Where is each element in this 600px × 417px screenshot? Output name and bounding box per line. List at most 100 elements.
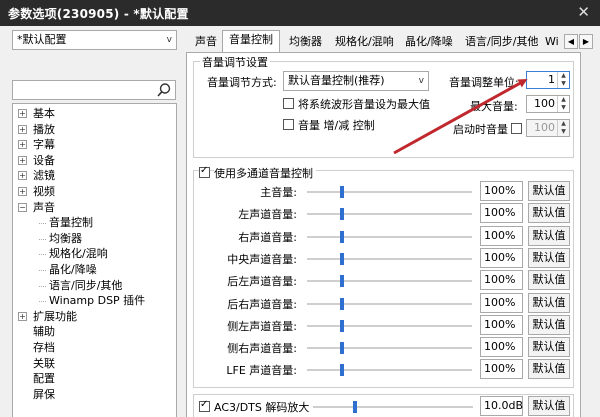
tab-sound[interactable]: 声音 — [188, 32, 224, 52]
channel-default-button[interactable]: 默认值 — [528, 359, 570, 380]
spinner-arrows-icon[interactable]: ▲ ▼ — [557, 96, 569, 112]
volume-unit-spinner[interactable]: 1 ▲ ▼ — [526, 71, 570, 89]
tree-child-item[interactable]: Winamp DSP 插件 — [13, 293, 176, 309]
slider-track — [313, 406, 473, 408]
slider-thumb[interactable] — [353, 401, 357, 413]
channel-label: 后右声道音量: — [227, 297, 297, 311]
tab-volume-control[interactable]: 音量控制 — [222, 30, 280, 52]
channel-slider[interactable] — [307, 208, 472, 221]
channel-value-field[interactable]: 100% — [480, 314, 523, 335]
tree-item[interactable]: + 视频 — [13, 184, 176, 200]
tab-winamp-dsp[interactable]: Wi — [538, 32, 566, 52]
slider-thumb[interactable] — [340, 297, 344, 310]
channel-default-button[interactable]: 默认值 — [528, 337, 570, 358]
search-input[interactable] — [12, 80, 176, 100]
expand-icon[interactable]: + — [18, 140, 27, 150]
channel-value-field[interactable]: 100% — [480, 337, 523, 358]
slider-thumb[interactable] — [340, 252, 344, 265]
tree-item[interactable]: − 声音 — [13, 200, 176, 216]
slider-thumb[interactable] — [340, 319, 344, 332]
inc-dec-checkbox[interactable] — [283, 119, 294, 130]
profile-select[interactable]: *默认配置 v — [12, 30, 177, 50]
tree-item-label: 设备 — [33, 153, 55, 167]
tree-child-item[interactable]: 规格化/混响 — [13, 246, 176, 262]
channel-value-field[interactable]: 100% — [480, 270, 523, 291]
settings-tree[interactable]: + 基本 + 播放 + 字幕 + 设备 + 滤镜 + 视频 − 声音 音量控制 均衡器 规格化/混响 晶化/降噪语… — [12, 103, 177, 417]
channel-value-field[interactable]: 100% — [480, 292, 523, 313]
volume-method-select[interactable]: 默认音量控制(推荐) v — [283, 71, 429, 91]
slider-thumb[interactable] — [340, 230, 344, 243]
channel-slider[interactable] — [307, 230, 472, 243]
channel-slider[interactable] — [307, 364, 472, 377]
expand-icon[interactable]: + — [18, 109, 27, 118]
slider-thumb[interactable] — [340, 364, 344, 377]
tab-normalize-reverb[interactable]: 规格化/混响 — [328, 32, 401, 52]
expand-icon[interactable]: + — [18, 171, 27, 181]
ac3-checkbox[interactable] — [199, 399, 210, 412]
tree-child-item[interactable]: 均衡器 — [13, 231, 176, 247]
max-volume-label: 最大音量: — [470, 100, 518, 113]
channel-default-button[interactable]: 默认值 — [528, 270, 570, 291]
volume-settings-title: 音量调节设置 — [200, 54, 270, 70]
channel-value-field[interactable]: 100% — [480, 181, 523, 201]
tab-equalizer[interactable]: 均衡器 — [282, 32, 329, 52]
tree-item[interactable]: + 设备 — [13, 153, 176, 169]
spinner-arrows-icon: ▲ ▼ — [557, 120, 569, 136]
spinner-arrows-icon[interactable]: ▲ ▼ — [557, 72, 569, 88]
channel-default-button[interactable]: 默认值 — [528, 247, 570, 268]
ac3-default-button[interactable]: 默认值 — [528, 396, 570, 416]
collapse-icon[interactable]: − — [18, 202, 27, 212]
volume-unit-value: 1 — [548, 73, 555, 86]
ac3-value-field[interactable]: 10.0dB — [480, 396, 523, 416]
tab-prev-icon[interactable]: ◀ — [564, 34, 578, 49]
channel-default-button[interactable]: 默认值 — [528, 181, 570, 201]
tree-item[interactable]: 配置 — [13, 371, 176, 387]
expand-icon[interactable]: + — [18, 155, 27, 165]
multichannel-checkbox[interactable] — [199, 165, 210, 178]
channel-value-field[interactable]: 100% — [480, 203, 523, 224]
tab-crystal-denoise[interactable]: 晶化/降噪 — [398, 32, 460, 52]
slider-thumb[interactable] — [340, 342, 344, 355]
channel-slider[interactable] — [307, 297, 472, 310]
tree-item[interactable]: + 扩展功能 — [13, 309, 176, 325]
max-volume-spinner[interactable]: 100 ▲ ▼ — [526, 95, 570, 113]
expand-icon[interactable]: + — [18, 311, 27, 321]
tree-child-item[interactable]: 音量控制 — [13, 215, 176, 231]
tab-language-sync-other[interactable]: 语言/同步/其他 — [458, 32, 545, 52]
slider-track — [307, 257, 472, 260]
max-wave-checkbox[interactable] — [283, 98, 294, 109]
tree-item[interactable]: + 播放 — [13, 122, 176, 138]
close-icon[interactable]: ✕ — [577, 3, 590, 21]
tree-child-item[interactable]: 晶化/降噪 — [13, 262, 176, 278]
slider-thumb[interactable] — [340, 186, 344, 198]
channel-slider[interactable] — [307, 186, 472, 198]
tree-item[interactable]: + 滤镜 — [13, 168, 176, 184]
channel-slider[interactable] — [307, 275, 472, 288]
slider-thumb[interactable] — [340, 275, 344, 288]
tree-child-item[interactable]: 语言/同步/其他 — [13, 278, 176, 294]
channel-slider[interactable] — [307, 252, 472, 265]
channel-value-field[interactable]: 100% — [480, 225, 523, 246]
channel-default-button[interactable]: 默认值 — [528, 225, 570, 246]
tree-item[interactable]: + 基本 — [13, 106, 176, 122]
tree-item-label: 关联 — [33, 356, 55, 370]
tab-next-icon[interactable]: ▶ — [579, 34, 593, 49]
tree-item[interactable]: + 字幕 — [13, 137, 176, 153]
channel-slider[interactable] — [307, 342, 472, 355]
channel-default-button[interactable]: 默认值 — [528, 314, 570, 335]
channel-slider[interactable] — [307, 319, 472, 332]
ac3-slider[interactable] — [313, 401, 473, 413]
startup-volume-checkbox[interactable] — [511, 123, 522, 134]
tree-item[interactable]: 存档 — [13, 340, 176, 356]
tree-item[interactable]: 关联 — [13, 356, 176, 372]
tree-item[interactable]: 辅助 — [13, 324, 176, 340]
channel-default-button[interactable]: 默认值 — [528, 292, 570, 313]
search-icon[interactable] — [156, 82, 172, 98]
expand-icon[interactable]: + — [18, 186, 27, 196]
channel-default-button[interactable]: 默认值 — [528, 203, 570, 224]
channel-value-field[interactable]: 100% — [480, 247, 523, 268]
expand-icon[interactable]: + — [18, 124, 27, 134]
slider-thumb[interactable] — [340, 208, 344, 221]
channel-value-field[interactable]: 100% — [480, 359, 523, 380]
tree-item[interactable]: 屏保 — [13, 387, 176, 403]
